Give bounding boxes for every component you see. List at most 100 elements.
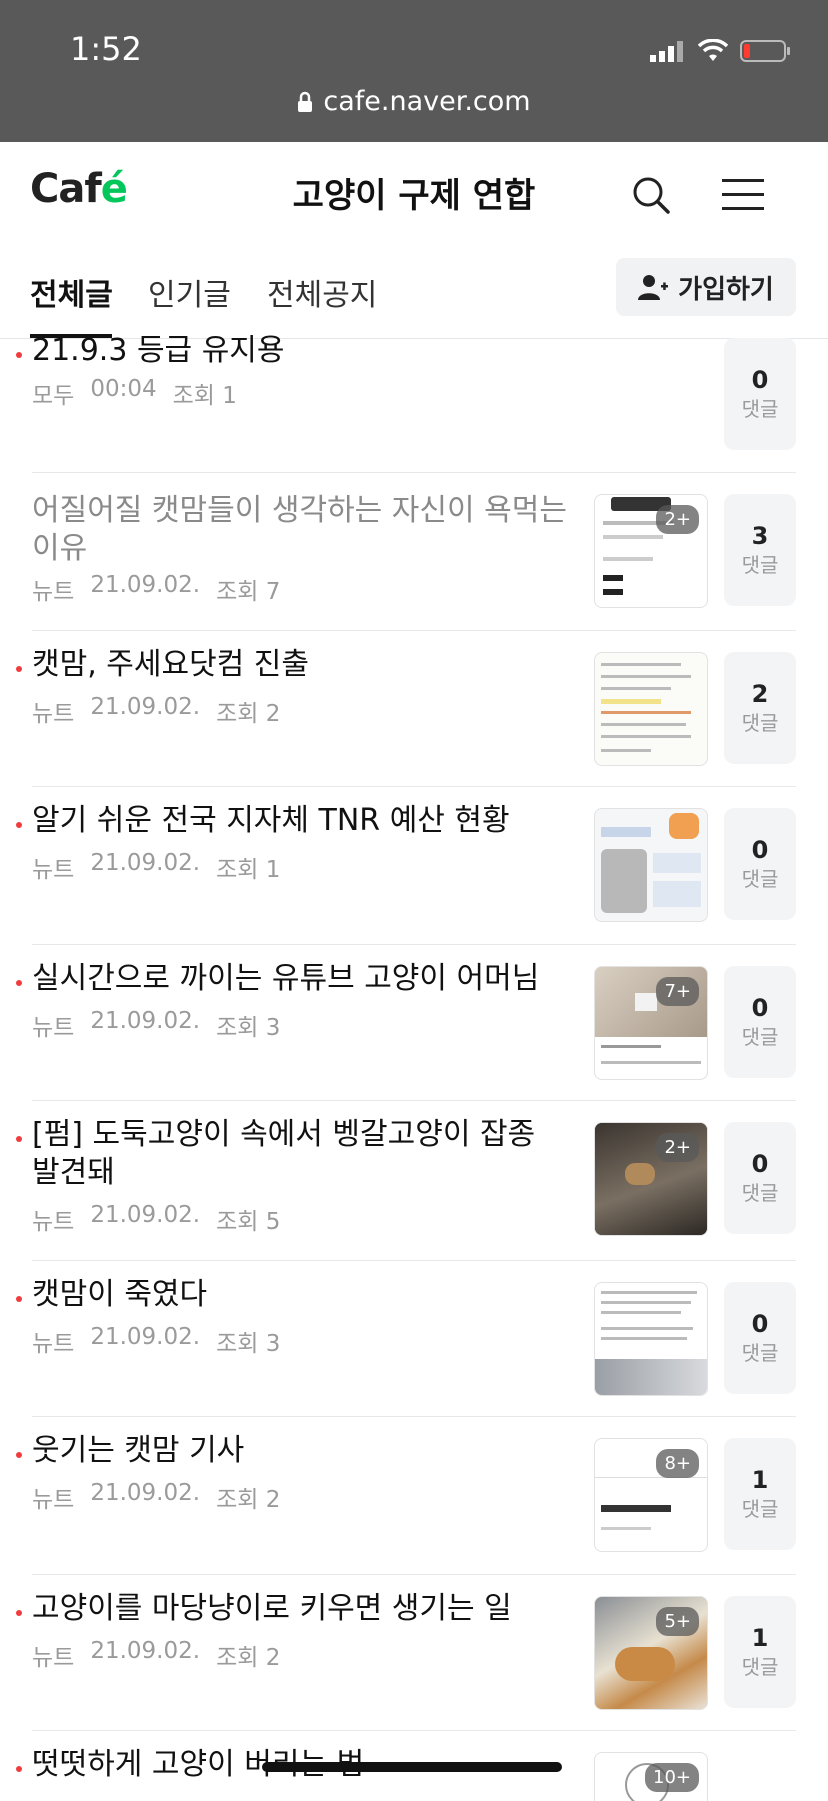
- list-item[interactable]: 캣맘이 죽였다 뉴트 21.09.02. 조회 3 0 댓글: [16, 1260, 796, 1417]
- post-thumbnail[interactable]: 10+: [594, 1752, 708, 1801]
- post-title[interactable]: 알기 쉬운 전국 지자체 TNR 예산 현황: [32, 802, 567, 840]
- comment-label: 댓글: [741, 553, 779, 577]
- post-title[interactable]: 캣맘, 주세요닷컴 진출: [32, 646, 567, 684]
- comment-count: 2: [751, 680, 769, 708]
- post-thumbnail[interactable]: 2+: [594, 494, 708, 608]
- home-indicator: [262, 1762, 562, 1772]
- thumb-graphic: [615, 1647, 675, 1681]
- post-title[interactable]: 실시간으로 까이는 유튜브 고양이 어머님: [32, 960, 567, 998]
- post-author: 모두: [32, 383, 75, 409]
- post-meta: 모두 00:04 조회 1: [32, 376, 237, 410]
- comment-label: 댓글: [741, 1341, 779, 1365]
- post-title[interactable]: 21.9.3 등급 유지용: [32, 332, 567, 370]
- new-post-dot: [16, 352, 22, 358]
- comment-label: 댓글: [741, 1655, 779, 1679]
- post-thumbnail[interactable]: [594, 652, 708, 766]
- comment-label: 댓글: [741, 867, 779, 891]
- new-post-dot: [16, 1296, 22, 1302]
- comment-label: 댓글: [741, 711, 779, 735]
- post-author: 뉴트: [32, 1487, 75, 1513]
- list-item[interactable]: 고양이를 마당냥이로 키우면 생기는 일 뉴트 21.09.02. 조회 2 5…: [16, 1574, 796, 1731]
- hamburger-icon: [722, 179, 764, 210]
- post-thumbnail[interactable]: [594, 1282, 708, 1396]
- thumb-graphic: [603, 535, 663, 539]
- list-item[interactable]: 어질어질 캣맘들이 생각하는 자신이 욕먹는 이유 뉴트 21.09.02. 조…: [32, 472, 796, 631]
- comment-label: 댓글: [741, 397, 779, 421]
- post-author: 뉴트: [32, 857, 75, 883]
- comment-count-box[interactable]: 2 댓글: [724, 652, 796, 764]
- thumb-graphic: [601, 1337, 687, 1340]
- post-date: 21.09.02.: [90, 1324, 201, 1350]
- post-date: 21.09.02.: [90, 850, 201, 876]
- post-views: 조회 3: [216, 1015, 281, 1041]
- comment-label: 댓글: [741, 1497, 779, 1521]
- comment-count: 1: [751, 1624, 769, 1652]
- list-item[interactable]: 실시간으로 까이는 유튜브 고양이 어머님 뉴트 21.09.02. 조회 3 …: [16, 944, 796, 1101]
- battery-icon: [740, 40, 790, 62]
- post-title[interactable]: 웃기는 캣맘 기사: [32, 1432, 567, 1470]
- post-date: 21.09.02.: [90, 1480, 201, 1506]
- post-date: 21.09.02.: [90, 694, 201, 720]
- comment-count: 0: [751, 836, 769, 864]
- comment-count-box[interactable]: 0 댓글: [724, 808, 796, 920]
- post-thumbnail[interactable]: 8+: [594, 1438, 708, 1552]
- list-item[interactable]: 알기 쉬운 전국 지자체 TNR 예산 현황 뉴트 21.09.02. 조회 1…: [16, 786, 796, 945]
- new-post-dot: [16, 1610, 22, 1616]
- image-count-badge: 2+: [656, 1133, 699, 1162]
- thumb-graphic: [601, 723, 686, 726]
- comment-count-box[interactable]: 1 댓글: [724, 1438, 796, 1550]
- image-count-badge: 8+: [656, 1449, 699, 1478]
- post-title[interactable]: 어질어질 캣맘들이 생각하는 자신이 욕먹는 이유: [32, 492, 567, 568]
- search-button[interactable]: [626, 170, 676, 220]
- address-bar[interactable]: cafe.naver.com: [0, 86, 828, 117]
- comment-count-box[interactable]: 0 댓글: [724, 966, 796, 1078]
- comment-count: 1: [751, 1466, 769, 1494]
- tab-all-posts[interactable]: 전체글: [30, 270, 113, 314]
- post-meta: 뉴트 21.09.02. 조회 1: [32, 850, 280, 884]
- menu-button[interactable]: [718, 170, 768, 220]
- post-thumbnail[interactable]: 7+: [594, 966, 708, 1080]
- post-title[interactable]: 고양이를 마당냥이로 키우면 생기는 일: [32, 1590, 567, 1628]
- thumb-graphic: [601, 1301, 691, 1304]
- comment-count-box[interactable]: 1 댓글: [724, 1596, 796, 1708]
- thumb-graphic: [603, 575, 623, 581]
- comment-count-box[interactable]: 3 댓글: [724, 494, 796, 606]
- thumb-graphic: [601, 1045, 661, 1048]
- tab-notices[interactable]: 전체공지: [267, 270, 377, 314]
- comment-count: 0: [751, 1150, 769, 1178]
- comment-count-box[interactable]: 0 댓글: [724, 1122, 796, 1234]
- list-item[interactable]: 캣맘, 주세요닷컴 진출 뉴트 21.09.02. 조회 2 2 댓글: [16, 630, 796, 787]
- post-title[interactable]: [펌] 도둑고양이 속에서 벵갈고양이 잡종 발견돼: [32, 1116, 567, 1192]
- post-title[interactable]: 캣맘이 죽였다: [32, 1276, 567, 1314]
- page-title: 고양이 구제 연합: [292, 176, 536, 216]
- list-item[interactable]: 21.9.3 등급 유지용 모두 00:04 조회 1 0 댓글: [16, 330, 796, 473]
- comment-count: 0: [751, 994, 769, 1022]
- thumb-graphic: [603, 589, 623, 595]
- thumb-graphic: [635, 993, 657, 1011]
- comment-count-box[interactable]: 0 댓글: [724, 1282, 796, 1394]
- list-item[interactable]: 웃기는 캣맘 기사 뉴트 21.09.02. 조회 2 8+ 1 댓글: [16, 1416, 796, 1575]
- thumb-graphic: [653, 881, 701, 907]
- post-meta: 뉴트 21.09.02. 조회 3: [32, 1324, 280, 1358]
- post-date: 00:04: [90, 376, 157, 402]
- thumb-graphic: [601, 699, 661, 704]
- signal-icon: [650, 41, 683, 62]
- comment-label: 댓글: [741, 1181, 779, 1205]
- post-meta: 뉴트 21.09.02. 조회 3: [32, 1008, 280, 1042]
- lock-icon: [298, 91, 313, 112]
- post-thumbnail[interactable]: 5+: [594, 1596, 708, 1710]
- thumb-graphic: [595, 1037, 707, 1079]
- tab-popular[interactable]: 인기글: [148, 270, 231, 314]
- new-post-dot: [16, 980, 22, 986]
- post-author: 뉴트: [32, 1331, 75, 1357]
- new-post-dot: [16, 666, 22, 672]
- post-views: 조회 1: [172, 383, 237, 409]
- post-thumbnail[interactable]: [594, 808, 708, 922]
- list-item[interactable]: [펌] 도둑고양이 속에서 벵갈고양이 잡종 발견돼 뉴트 21.09.02. …: [16, 1100, 796, 1261]
- post-thumbnail[interactable]: 2+: [594, 1122, 708, 1236]
- comment-count: 0: [751, 366, 769, 394]
- join-button[interactable]: 가입하기: [616, 258, 796, 316]
- comment-count-box[interactable]: 0 댓글: [724, 338, 796, 450]
- post-meta: 뉴트 21.09.02. 조회 2: [32, 1480, 280, 1514]
- wifi-icon: [698, 39, 728, 61]
